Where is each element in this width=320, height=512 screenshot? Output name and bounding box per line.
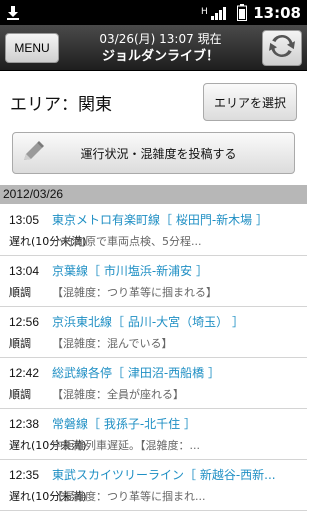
status-bar: H 13:08 xyxy=(0,0,307,25)
post-time: 13:05 xyxy=(9,212,40,227)
post-status-label: 運行状況・混雑度を投稿する xyxy=(80,146,237,161)
post-time: 12:35 xyxy=(9,467,40,482)
screen: { "status_bar": { "time": "13:08", "icon… xyxy=(0,0,307,512)
status-time: 13:08 xyxy=(253,3,301,22)
refresh-icon xyxy=(267,31,297,65)
post-time: 13:04 xyxy=(9,263,40,278)
battery-icon xyxy=(237,4,248,21)
line-link[interactable]: 京浜東北線［ 品川-大宮（埼玉） ］ xyxy=(52,313,244,330)
post-time: 12:42 xyxy=(9,365,40,380)
post-detail: 中距離列車遅延。【混雑度：... xyxy=(52,438,200,452)
post-status-button[interactable]: 運行状況・混雑度を投稿する xyxy=(12,132,295,174)
list-item[interactable]: 12:56 京浜東北線［ 品川-大宮（埼玉） ］ 順調 【混雑度：混んでいる】 xyxy=(0,307,307,358)
header-subtitle: 03/26(月) 13:07 現在 xyxy=(99,31,222,46)
list-item[interactable]: 13:05 東京メトロ有楽町線［ 桜田門-新木場 ］ 遅れ(10分未満) 小竹向… xyxy=(0,205,307,256)
pencil-icon xyxy=(13,140,53,166)
post-status: 順調 xyxy=(9,285,31,299)
area-label: エリア：関東 xyxy=(10,94,112,115)
download-icon xyxy=(6,5,20,21)
list-item[interactable]: 12:42 総武線各停［ 津田沼-西船橋 ］ 順調 【混雑度：全員が座れる】 xyxy=(0,358,307,409)
post-status: 遅れ(10分未満) xyxy=(9,234,87,248)
header-title-block: 03/26(月) 13:07 現在 ジョルダンライブ！ xyxy=(59,31,262,65)
line-link[interactable]: 京葉線［ 市川塩浜-新浦安 ］ xyxy=(52,262,208,279)
signal-hplus-icon: H xyxy=(201,5,231,21)
header-title: ジョルダンライブ！ xyxy=(101,48,219,64)
list-item[interactable]: 12:35 東武スカイツリーライン［ 新越谷-西新... 遅れ(10分未満) 【… xyxy=(0,460,307,511)
svg-text:H: H xyxy=(201,7,208,17)
menu-button[interactable]: MENU xyxy=(5,32,59,63)
post-detail: 【混雑度：全員が座れる】 xyxy=(52,387,184,401)
post-status: 順調 xyxy=(9,387,31,401)
line-link[interactable]: 総武線各停［ 津田沼-西船橋 ］ xyxy=(52,364,220,381)
app-header: MENU 03/26(月) 13:07 現在 ジョルダンライブ！ xyxy=(0,25,307,71)
post-status: 遅れ(10分未満) xyxy=(9,438,87,452)
post-time: 12:56 xyxy=(9,314,40,329)
line-link[interactable]: 東武スカイツリーライン［ 新越谷-西新... xyxy=(52,466,276,483)
area-row: エリア：関東 エリアを選択 xyxy=(0,79,307,125)
post-detail: 【混雑度：つり革等に掴まれ... xyxy=(52,489,206,503)
list-item[interactable]: 13:04 京葉線［ 市川塩浜-新浦安 ］ 順調 【混雑度：つり革等に掴まれる】 xyxy=(0,256,307,307)
post-time: 12:38 xyxy=(9,416,40,431)
refresh-button[interactable] xyxy=(262,29,302,66)
post-detail: 【混雑度：混んでいる】 xyxy=(52,336,173,350)
list-item[interactable]: 12:38 常磐線［ 我孫子-北千住 ］ 遅れ(10分未満) 中距離列車遅延。【… xyxy=(0,409,307,460)
line-link[interactable]: 東京メトロ有楽町線［ 桜田門-新木場 ］ xyxy=(52,211,268,228)
post-status: 順調 xyxy=(9,336,31,350)
post-detail: 【混雑度：つり革等に掴まれる】 xyxy=(52,285,217,299)
post-status: 遅れ(10分未満) xyxy=(9,489,87,503)
line-link[interactable]: 常磐線［ 我孫子-北千住 ］ xyxy=(52,415,196,432)
date-header: 2012/03/26 xyxy=(0,185,307,204)
post-detail: 小竹向原で車両点検、5分程... xyxy=(52,234,202,248)
select-area-button[interactable]: エリアを選択 xyxy=(203,83,297,121)
post-list: 13:05 東京メトロ有楽町線［ 桜田門-新木場 ］ 遅れ(10分未満) 小竹向… xyxy=(0,205,307,511)
